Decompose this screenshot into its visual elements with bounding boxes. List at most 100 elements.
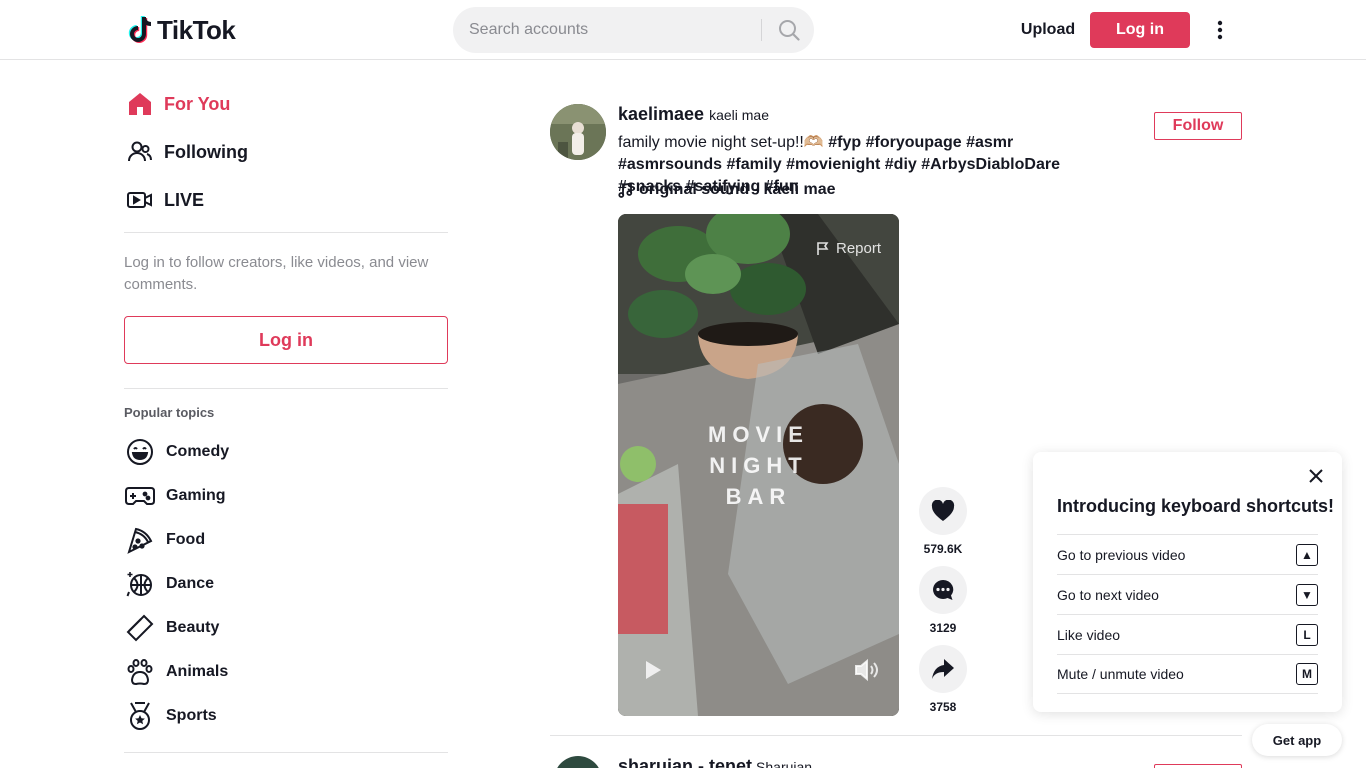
header-login-button[interactable]: Log in bbox=[1090, 12, 1190, 48]
topic-beauty[interactable]: Beauty bbox=[124, 610, 219, 646]
topic-label: Comedy bbox=[166, 443, 230, 460]
topic-animals[interactable]: Animals bbox=[124, 654, 228, 690]
popular-topics-heading: Popular topics bbox=[124, 405, 215, 420]
play-icon bbox=[646, 661, 661, 679]
sidebar-login-button[interactable]: Log in bbox=[124, 316, 448, 364]
logo-wordmark: TikTok bbox=[157, 14, 236, 45]
topic-food[interactable]: Food bbox=[124, 522, 205, 558]
heart-icon bbox=[931, 500, 955, 521]
topic-label: Dance bbox=[166, 575, 215, 592]
key-down-icon: ▼ bbox=[1296, 583, 1318, 606]
people-icon bbox=[124, 136, 156, 168]
topic-sports[interactable]: Sports bbox=[124, 698, 217, 734]
home-icon bbox=[124, 88, 156, 120]
sidebar-item-label: For You bbox=[164, 93, 231, 114]
hashtag-link[interactable]: #foryoupage bbox=[866, 134, 962, 151]
login-prompt-text: Log in to follow creators, like videos, … bbox=[124, 254, 429, 293]
topic-gaming[interactable]: Gaming bbox=[124, 478, 226, 514]
like-button[interactable] bbox=[919, 487, 967, 535]
caption-text: family movie night set-up!!🫶🏼 bbox=[618, 134, 824, 151]
report-label: Report bbox=[836, 240, 882, 257]
comment-icon bbox=[933, 579, 954, 600]
medal-icon bbox=[124, 700, 156, 732]
upload-button[interactable]: Upload bbox=[1012, 14, 1084, 46]
shortcut-label: Go to previous video bbox=[1057, 546, 1186, 563]
topic-comedy[interactable]: Comedy bbox=[124, 434, 229, 470]
sidebar-divider bbox=[124, 752, 448, 753]
next-follow-button[interactable] bbox=[1154, 764, 1242, 768]
key-l: L bbox=[1296, 623, 1318, 646]
share-count: 3758 bbox=[929, 700, 957, 714]
video-overlay-text: NIGHT bbox=[709, 453, 808, 478]
video-overlay-text: MOVIE bbox=[708, 422, 809, 447]
sidebar-item-label: LIVE bbox=[164, 189, 205, 210]
topic-dance[interactable]: Dance bbox=[124, 566, 214, 602]
hashtag-link[interactable]: #fyp bbox=[828, 134, 861, 151]
shortcut-row: Go to next video ▼ bbox=[1057, 574, 1318, 614]
volume-icon bbox=[855, 658, 878, 682]
topic-label: Food bbox=[166, 531, 206, 548]
next-author-username: sharujan - tenet bbox=[618, 756, 753, 768]
more-menu-button[interactable] bbox=[1206, 16, 1234, 44]
sidebar-item-for-you[interactable]: For You bbox=[124, 84, 230, 124]
next-author-avatar[interactable] bbox=[554, 756, 602, 768]
vertical-dots-icon bbox=[1217, 20, 1223, 40]
paw-icon bbox=[124, 656, 156, 688]
author-avatar[interactable] bbox=[550, 104, 606, 160]
key-m: M bbox=[1296, 663, 1318, 685]
report-button[interactable]: Report bbox=[816, 240, 881, 257]
search-bar bbox=[453, 7, 814, 53]
hashtag-link[interactable]: #ArbysDiabloDare bbox=[921, 156, 1060, 173]
pizza-icon bbox=[124, 524, 156, 556]
topic-label: Sports bbox=[166, 707, 217, 724]
feed-divider bbox=[550, 735, 1242, 736]
hashtag-link[interactable]: #movienight bbox=[786, 156, 880, 173]
sidebar-item-following[interactable]: Following bbox=[124, 132, 248, 172]
shortcuts-title: Introducing keyboard shortcuts! bbox=[1057, 496, 1335, 516]
hashtag-link[interactable]: #asmrsounds bbox=[618, 156, 722, 173]
follow-button[interactable]: Follow bbox=[1154, 112, 1242, 140]
tiktok-logo[interactable]: TikTok bbox=[127, 14, 236, 46]
topic-label: Gaming bbox=[166, 487, 226, 504]
music-link[interactable]: original sound - kaeli mae bbox=[618, 181, 836, 199]
keyboard-shortcuts-popup: Introducing keyboard shortcuts! Go to pr… bbox=[1033, 452, 1342, 712]
next-author-nickname: Sharujan bbox=[756, 759, 813, 768]
close-button[interactable] bbox=[1306, 466, 1326, 486]
author-username: kaelimaee bbox=[618, 104, 705, 124]
topic-label: Animals bbox=[166, 663, 229, 680]
author-info[interactable]: kaelimaee kaeli mae bbox=[618, 104, 769, 125]
topic-label: Beauty bbox=[166, 619, 220, 636]
comb-icon bbox=[124, 612, 156, 644]
play-button[interactable] bbox=[640, 658, 664, 682]
search-button[interactable] bbox=[765, 7, 813, 53]
get-app-button[interactable]: Get app bbox=[1252, 724, 1342, 756]
music-note-icon bbox=[618, 182, 633, 198]
top-header: TikTok Upload Log in bbox=[0, 0, 1366, 60]
search-divider bbox=[761, 19, 762, 41]
shortcut-row: Go to previous video ▲ bbox=[1057, 534, 1318, 574]
author-nickname: kaeli mae bbox=[709, 107, 769, 123]
share-icon bbox=[932, 659, 954, 679]
like-count: 579.6K bbox=[923, 542, 963, 556]
shortcut-label: Go to next video bbox=[1057, 586, 1159, 603]
hashtag-link[interactable]: #asmr bbox=[966, 134, 1013, 151]
shortcut-label: Mute / unmute video bbox=[1057, 666, 1184, 682]
hashtag-link[interactable]: #family bbox=[727, 156, 782, 173]
search-icon bbox=[779, 20, 800, 41]
sidebar-item-live[interactable]: LIVE bbox=[124, 180, 204, 220]
sidebar-item-label: Following bbox=[164, 141, 248, 162]
disco-ball-icon bbox=[124, 568, 156, 600]
shortcut-label: Like video bbox=[1057, 626, 1121, 643]
share-button[interactable] bbox=[919, 645, 967, 693]
search-input[interactable] bbox=[469, 7, 757, 53]
comedy-icon bbox=[124, 436, 156, 468]
volume-button[interactable] bbox=[854, 658, 880, 682]
sidebar-divider bbox=[124, 388, 448, 389]
next-author-info[interactable]: sharujan - tenet Sharujan bbox=[618, 756, 812, 768]
gamepad-icon bbox=[124, 480, 156, 512]
comment-count: 3129 bbox=[929, 621, 957, 635]
key-up-icon: ▲ bbox=[1296, 543, 1318, 566]
live-icon bbox=[124, 184, 156, 216]
comment-button[interactable] bbox=[919, 566, 967, 614]
hashtag-link[interactable]: #diy bbox=[885, 156, 917, 173]
